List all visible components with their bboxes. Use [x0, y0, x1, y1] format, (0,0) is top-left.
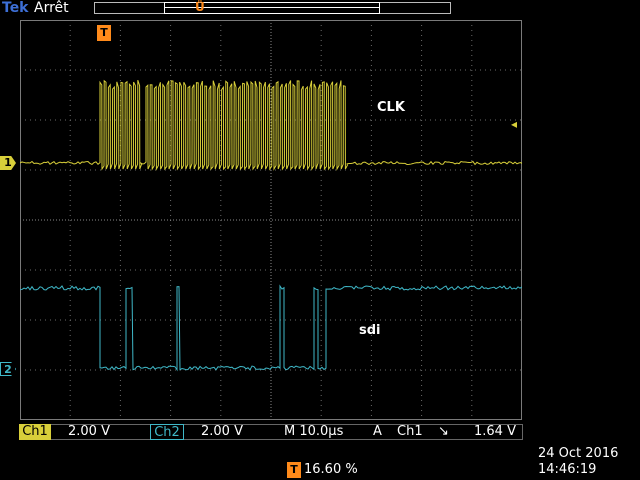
timebase: M 10.0µs [284, 424, 343, 440]
ch2-ground-marker: 2 [0, 362, 16, 376]
clk-label: CLK [377, 100, 405, 115]
ch2-scale: 2.00 V [201, 424, 243, 440]
ch1-scale: 2.00 V [68, 424, 110, 440]
bottom-readout: Ch1 2.00 V Ch2 2.00 V M 10.0µs A Ch1 ↘ 1… [0, 424, 640, 480]
sdi-label: sdi [359, 323, 381, 338]
horizontal-position: 16.60 % [304, 462, 358, 477]
horizontal-position-icon: T [287, 462, 301, 478]
trigger-slope-icon: ↘ [438, 424, 449, 440]
waveform-canvas [20, 20, 522, 420]
ch2-label: Ch2 [150, 424, 184, 440]
time: 14:46:19 [538, 462, 596, 477]
top-status-bar: Tek Arrêt Ů [0, 0, 640, 18]
trigger-source: Ch1 [397, 424, 423, 440]
acquisition-mode: Arrêt [34, 0, 69, 16]
date: 24 Oct 2016 [538, 446, 618, 461]
trigger-mode: A [373, 424, 382, 440]
ch1-label: Ch1 [19, 424, 51, 440]
brand-label: Tek [2, 0, 29, 16]
record-trigger-icon: Ů [195, 0, 205, 14]
trigger-position-icon: T [97, 25, 111, 41]
scope-display [20, 20, 522, 420]
trigger-level: 1.64 V [474, 424, 516, 440]
trigger-level-icon: ◂ [511, 117, 517, 131]
ch1-ground-marker: 1 [0, 156, 16, 170]
